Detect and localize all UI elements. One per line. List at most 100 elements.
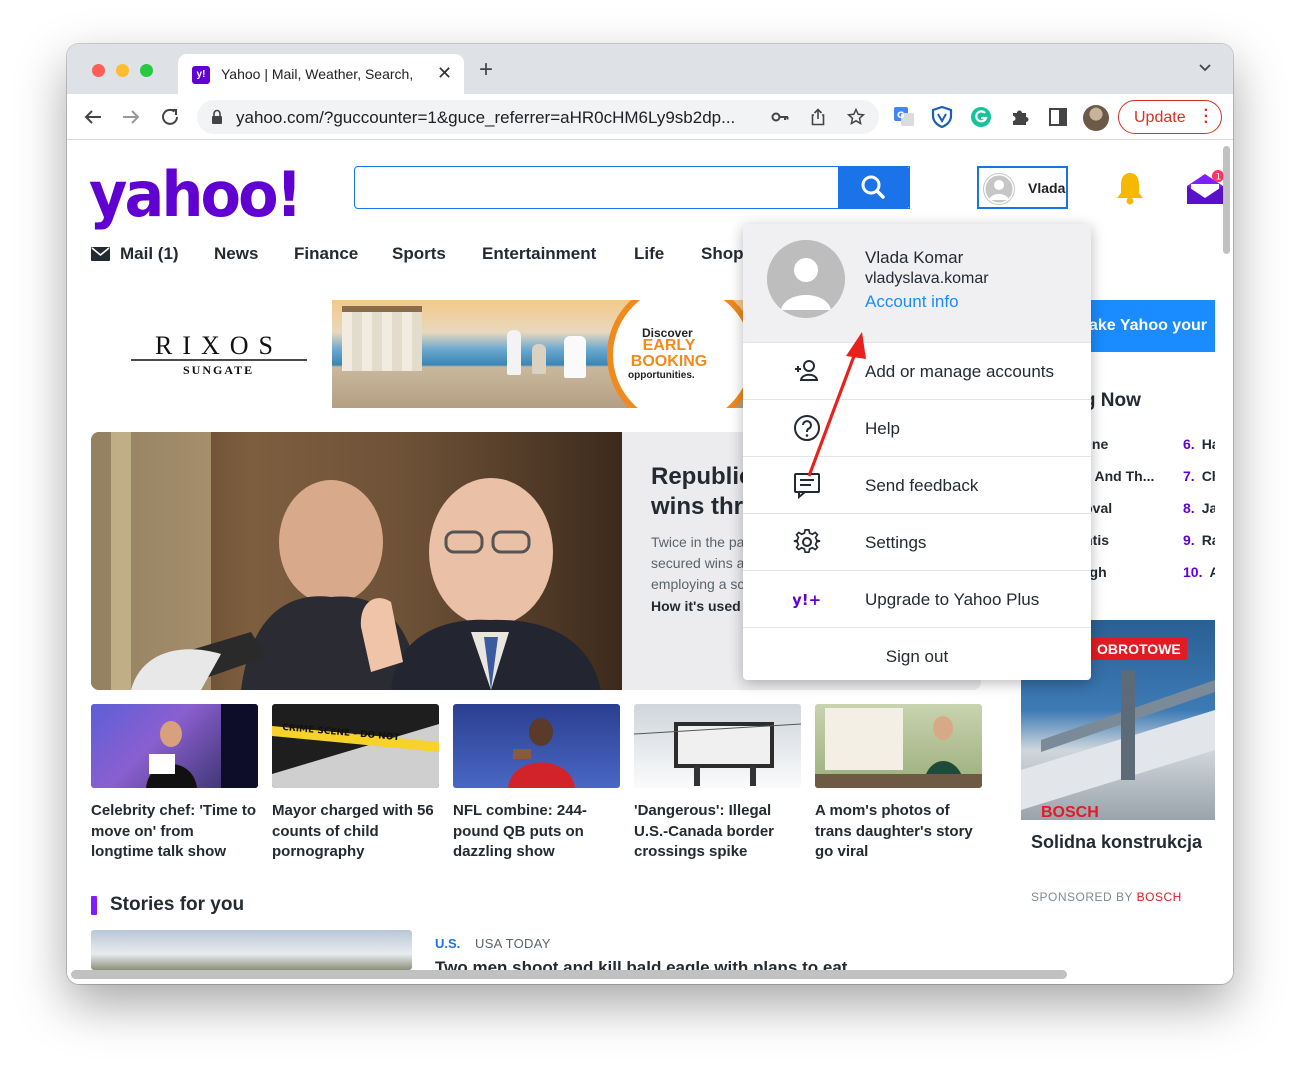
account-avatar	[767, 240, 845, 318]
account-dropdown-menu: Vlada Komar vladyslava.komar Account inf…	[743, 224, 1091, 680]
trending-number: 8.	[1183, 500, 1195, 516]
account-info-link[interactable]: Account info	[865, 292, 959, 312]
sponsored-label: SPONSORED BY BOSCH	[1031, 890, 1182, 904]
thumb-caption[interactable]: Celebrity chef: 'Time to move on' from l…	[91, 801, 258, 863]
rixos-ad-logo[interactable]: RIXOS SUNGATE	[129, 326, 309, 386]
new-tab-button[interactable]: +	[479, 56, 493, 84]
shield-extension-icon[interactable]	[931, 106, 953, 128]
close-tab-icon[interactable]: ✕	[437, 63, 452, 84]
sponsored-brand[interactable]: BOSCH	[1137, 890, 1182, 904]
browser-toolbar: yahoo.com/?guccounter=1&guce_referrer=aH…	[67, 94, 1233, 140]
story-source: USA TODAY	[475, 936, 551, 951]
thumb-image[interactable]	[815, 704, 982, 788]
bosch-ad-headline[interactable]: Solidna konstrukcja	[1031, 832, 1202, 853]
reload-icon[interactable]	[158, 105, 182, 129]
trending-text: Ha	[1201, 436, 1215, 452]
thumb-story[interactable]: 'Dangerous': Illegal U.S.-Canada border …	[634, 704, 801, 863]
trending-item[interactable]: 10. A	[1183, 564, 1215, 580]
puzzle-extensions-icon[interactable]	[1009, 106, 1031, 128]
trending-item[interactable]: 9. Ra	[1183, 532, 1215, 548]
sign-out-item[interactable]: Sign out	[743, 627, 1091, 680]
forward-arrow-icon[interactable]	[119, 105, 143, 129]
tab-search-chevron-icon[interactable]	[1197, 60, 1213, 76]
vertical-scrollbar-thumb[interactable]	[1223, 146, 1230, 254]
nav-finance[interactable]: Finance	[294, 244, 358, 264]
vertical-scrollbar[interactable]	[1221, 144, 1231, 974]
side-panel-icon[interactable]	[1047, 106, 1069, 128]
trending-text: A	[1209, 564, 1215, 580]
nav-life[interactable]: Life	[634, 244, 664, 264]
translate-extension-icon[interactable]: G	[893, 106, 915, 128]
zoom-window-button[interactable]	[140, 64, 153, 77]
password-key-icon[interactable]	[771, 108, 789, 126]
hero-image[interactable]	[91, 432, 622, 690]
thumb-story[interactable]: CRIME SCENE - DO NOT Mayor charged with …	[272, 704, 439, 863]
grammarly-extension-icon[interactable]	[970, 106, 992, 128]
address-bar[interactable]: yahoo.com/?guccounter=1&guce_referrer=aH…	[197, 100, 879, 134]
search-input[interactable]	[354, 166, 910, 209]
user-name-label: Vlada	[1028, 180, 1066, 196]
update-button[interactable]: Update · · ·	[1118, 100, 1222, 134]
nav-shop[interactable]: Shop	[701, 244, 744, 264]
cabana-image	[342, 306, 422, 371]
mail-envelope-icon[interactable]: 1	[1185, 170, 1225, 206]
add-or-manage-accounts-item[interactable]: Add or manage accounts	[743, 342, 1091, 399]
child-figure	[532, 344, 546, 374]
url-text[interactable]: yahoo.com/?guccounter=1&guce_referrer=aH…	[236, 108, 761, 128]
trending-item[interactable]: 7. Ch	[1183, 468, 1215, 484]
nav-news[interactable]: News	[214, 244, 258, 264]
trending-number: 7.	[1183, 468, 1195, 484]
minimize-window-button[interactable]	[116, 64, 129, 77]
yahoo-logo[interactable]: yahoo!	[89, 158, 303, 231]
settings-item[interactable]: Settings	[743, 513, 1091, 570]
ad-opportunities: opportunities.	[628, 370, 695, 381]
rixos-sub: SUNGATE	[183, 363, 254, 377]
send-feedback-item[interactable]: Send feedback	[743, 456, 1091, 513]
nav-sports[interactable]: Sports	[392, 244, 446, 264]
update-label: Update	[1134, 109, 1186, 126]
upgrade-yahoo-plus-item[interactable]: y!+ Upgrade to Yahoo Plus	[743, 570, 1091, 627]
story-image[interactable]	[91, 930, 412, 970]
menu-item-label: Upgrade to Yahoo Plus	[865, 590, 1040, 609]
share-icon[interactable]	[809, 108, 827, 126]
tab-yahoo[interactable]: y! Yahoo | Mail, Weather, Search, ✕	[178, 54, 464, 94]
trending-item[interactable]: 6. Ha	[1183, 436, 1215, 452]
svg-text:G: G	[897, 111, 904, 121]
bookmark-star-icon[interactable]	[847, 108, 865, 126]
search-button[interactable]	[838, 166, 910, 209]
browser-window: y! Yahoo | Mail, Weather, Search, ✕ + ya…	[67, 44, 1233, 984]
close-window-button[interactable]	[92, 64, 105, 77]
more-menu-icon[interactable]: · · ·	[1204, 103, 1209, 131]
person-figure	[507, 330, 521, 375]
thumb-caption[interactable]: NFL combine: 244-pound QB puts on dazzli…	[453, 801, 620, 863]
nav-mail[interactable]: Mail (1)	[120, 244, 179, 264]
thumb-story[interactable]: Celebrity chef: 'Time to move on' from l…	[91, 704, 258, 863]
beach-banner-ad[interactable]: Discover EARLY BOOKING opportunities.	[332, 300, 752, 408]
story-category[interactable]: U.S.	[435, 936, 460, 951]
help-item[interactable]: Help	[743, 399, 1091, 456]
thumb-caption[interactable]: Mayor charged with 56 counts of child po…	[272, 801, 439, 863]
bell-notifications-icon[interactable]	[1114, 170, 1146, 206]
trending-item[interactable]: 8. Ja	[1183, 500, 1215, 516]
yahoo-favicon-icon: y!	[192, 66, 210, 84]
nav-entertainment[interactable]: Entertainment	[482, 244, 596, 264]
thumb-image[interactable]	[91, 704, 258, 788]
back-arrow-icon[interactable]	[81, 105, 105, 129]
stories-accent-bar	[91, 896, 97, 915]
user-menu-button[interactable]: Vlada	[977, 166, 1068, 209]
horizontal-scrollbar-thumb[interactable]	[71, 970, 1067, 979]
thumb-caption[interactable]: A mom's photos of trans daughter's story…	[815, 801, 982, 863]
trending-number: 9.	[1183, 532, 1195, 548]
thumb-image[interactable]: CRIME SCENE - DO NOT	[272, 704, 439, 788]
thumb-caption[interactable]: 'Dangerous': Illegal U.S.-Canada border …	[634, 801, 801, 863]
thumb-story[interactable]: NFL combine: 244-pound QB puts on dazzli…	[453, 704, 620, 863]
lock-icon[interactable]	[211, 109, 223, 125]
trending-text: Ra	[1201, 532, 1215, 548]
thumb-image[interactable]	[634, 704, 801, 788]
trending-text: Ch	[1201, 468, 1215, 484]
yahoo-plus-icon: y!+	[793, 591, 821, 609]
ad-early-booking: EARLY BOOKING	[630, 337, 708, 370]
thumb-image[interactable]	[453, 704, 620, 788]
profile-avatar[interactable]	[1083, 105, 1109, 131]
thumb-story[interactable]: A mom's photos of trans daughter's story…	[815, 704, 982, 863]
